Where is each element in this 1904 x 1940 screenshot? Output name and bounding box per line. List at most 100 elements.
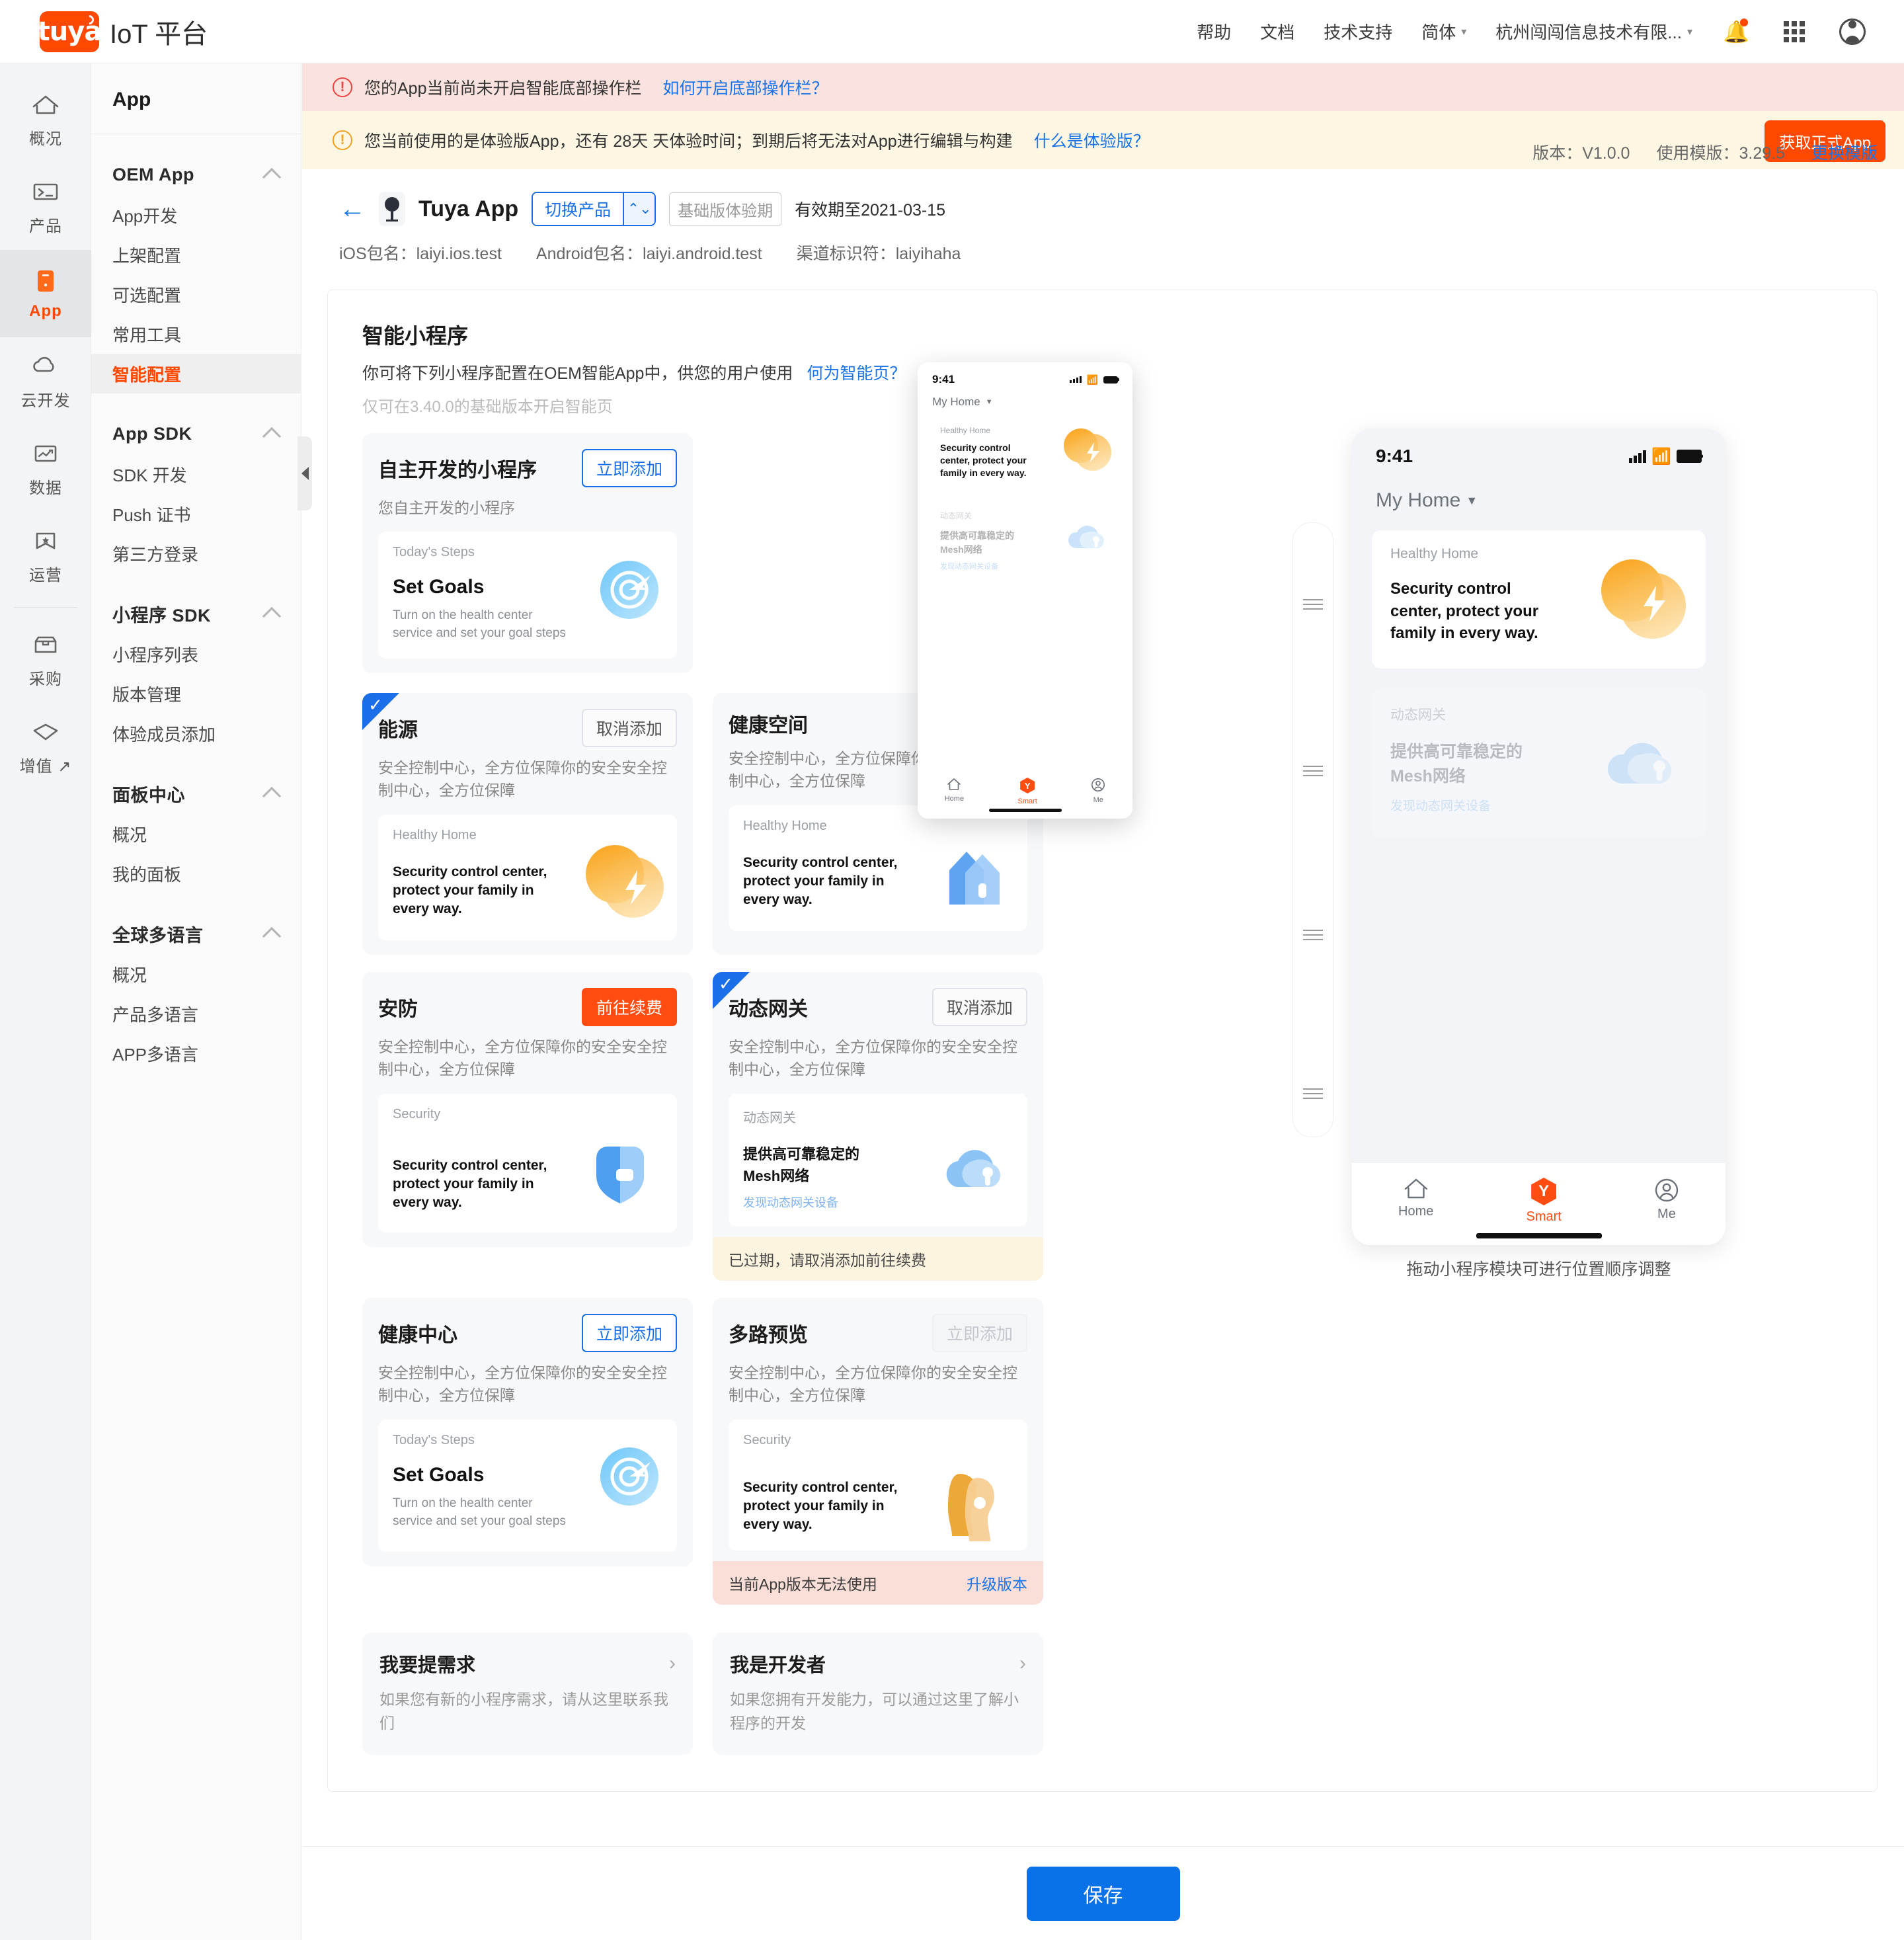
nav-group-header[interactable]: App SDK bbox=[91, 413, 301, 454]
sidebar-item-third-party-login[interactable]: 第三方登录 bbox=[91, 534, 301, 573]
alert-link-how-to-enable[interactable]: 如何开启底部操作栏？ bbox=[662, 75, 828, 99]
link-card-request-feature[interactable]: 我要提需求 › 如果您有新的小程序需求，请从这里联系我们 bbox=[362, 1633, 693, 1756]
stand-glyph bbox=[391, 211, 393, 220]
sidebar-item-overview[interactable]: 概况 bbox=[0, 75, 91, 163]
sidebar-item-common-tools[interactable]: 常用工具 bbox=[91, 314, 301, 354]
phone-card-body: Security control center, protect your fa… bbox=[1390, 580, 1539, 643]
preview-kicker: Healthy Home bbox=[393, 827, 477, 842]
drag-handle[interactable] bbox=[1303, 1085, 1323, 1102]
tuya-hex-icon: Y bbox=[1020, 778, 1035, 793]
preview-kicker: Today's Steps bbox=[393, 1432, 475, 1447]
sidebar-item-products[interactable]: 产品 bbox=[0, 163, 91, 250]
sidebar-item-trial-members[interactable]: 体验成员添加 bbox=[91, 713, 301, 753]
nav-group-header[interactable]: OEM App bbox=[91, 154, 301, 195]
sidebar-item-lang-overview[interactable]: 概况 bbox=[91, 954, 301, 994]
card-footer-unsupported-note: 当前App版本无法使用 升级版本 bbox=[713, 1560, 1043, 1605]
phone-home-selector[interactable]: My Home ▼ bbox=[918, 386, 1132, 409]
switch-product-button[interactable]: 切换产品 ⌃⌄ bbox=[532, 192, 656, 226]
sidebar-item-push-cert[interactable]: Push 证书 bbox=[91, 494, 301, 534]
sidebar-collapse-handle[interactable] bbox=[298, 436, 312, 510]
topnav-language[interactable]: 简体 ▾ bbox=[1421, 19, 1466, 44]
template-text: 使用模版：3.29.5 bbox=[1656, 144, 1785, 163]
user-avatar-icon[interactable] bbox=[1838, 17, 1867, 46]
sidebar-item-app-lang[interactable]: APP多语言 bbox=[91, 1033, 301, 1073]
cancel-add-button[interactable]: 取消添加 bbox=[932, 987, 1027, 1026]
phone-nav-home[interactable]: Home bbox=[945, 778, 964, 803]
phone-card-gateway[interactable]: 动态网关 提供高可靠稳定的 Mesh网络 发现动态网关设备 bbox=[1372, 688, 1706, 838]
sidebar-item-value-added[interactable]: 增值 ↗ bbox=[0, 703, 91, 790]
nav-group-title: 全球多语言 bbox=[112, 925, 204, 946]
sidebar-item-procurement[interactable]: 采购 bbox=[0, 616, 91, 703]
renew-button[interactable]: 前往续费 bbox=[581, 987, 677, 1026]
nav-group-app-sdk: App SDK SDK 开发 Push 证书 第三方登录 bbox=[91, 413, 301, 573]
nav-group-header[interactable]: 小程序 SDK bbox=[91, 593, 301, 634]
notification-bell-icon[interactable]: 🔔 bbox=[1722, 17, 1751, 46]
add-now-button[interactable]: 立即添加 bbox=[581, 449, 677, 487]
link-card-developer[interactable]: 我是开发者 › 如果您拥有开发能力，可以通过这里了解小程序的开发 bbox=[713, 1633, 1043, 1756]
phone-nav-me[interactable]: Me bbox=[1654, 1178, 1679, 1222]
avatar-glyph bbox=[1839, 18, 1866, 45]
topnav-help[interactable]: 帮助 bbox=[1197, 19, 1231, 44]
link-card-title: 我要提需求 bbox=[379, 1655, 476, 1676]
topnav-docs[interactable]: 文档 bbox=[1260, 19, 1294, 44]
drag-handle[interactable] bbox=[1303, 926, 1323, 944]
link-card-description: 如果您拥有开发能力，可以通过这里了解小程序的开发 bbox=[730, 1691, 1019, 1732]
sidebar-item-app-dev[interactable]: App开发 bbox=[91, 195, 301, 235]
sidebar-item-data[interactable]: 数据 bbox=[0, 424, 91, 512]
phone-nav-smart[interactable]: Y Smart bbox=[1018, 778, 1037, 805]
sidebar-item-operations[interactable]: 运营 bbox=[0, 512, 91, 599]
nav-group-header[interactable]: 全球多语言 bbox=[91, 913, 301, 954]
sidebar-item-listing-config[interactable]: 上架配置 bbox=[91, 235, 301, 274]
change-template-link[interactable]: 更换模版 bbox=[1811, 140, 1878, 164]
topnav-support-label: 技术支持 bbox=[1324, 22, 1393, 42]
footer-note-text: 当前App版本无法使用 bbox=[729, 1575, 877, 1593]
card-title: 自主开发的小程序 bbox=[378, 460, 537, 481]
sidebar-item-version-mgmt[interactable]: 版本管理 bbox=[91, 674, 301, 713]
topnav-company[interactable]: 杭州闯闯信息技术有限... ▾ bbox=[1495, 19, 1692, 44]
phone-preview-floating[interactable]: 9:41 📶 My Home ▼ Healthy Home Security c… bbox=[918, 362, 1132, 819]
phone-card-energy[interactable]: Healthy Home Security control center, pr… bbox=[930, 417, 1121, 491]
phone-nav-label: Smart bbox=[1017, 797, 1037, 805]
phone-card-energy[interactable]: Healthy Home Security control center, pr… bbox=[1372, 530, 1706, 668]
brand-logo[interactable]: tuya IoT 平台 bbox=[38, 11, 208, 52]
save-button[interactable]: 保存 bbox=[1026, 1866, 1180, 1921]
sidebar-item-product-lang[interactable]: 产品多语言 bbox=[91, 994, 301, 1033]
cloud-pin-icon bbox=[1065, 518, 1113, 559]
sidebar-item-panel-overview[interactable]: 概况 bbox=[91, 814, 301, 854]
card-miniapp-dynamic-gateway: ✓ 动态网关 取消添加 安全控制中心，全方位保障你的安全安全控制中心，全方位保障… bbox=[713, 971, 1043, 1281]
back-arrow-icon[interactable]: ← bbox=[339, 196, 366, 222]
app-info-row-primary: ← Tuya App 切换产品 ⌃⌄ 基础版体验期 有效期至2021-03-15 bbox=[339, 192, 1904, 226]
sidebar-item-miniapp-list[interactable]: 小程序列表 bbox=[91, 634, 301, 674]
chevron-down-icon: ▼ bbox=[985, 398, 993, 406]
card-description: 安全控制中心，全方位保障你的安全安全控制中心，全方位保障 bbox=[378, 758, 667, 799]
sidebar-item-my-panels[interactable]: 我的面板 bbox=[91, 854, 301, 893]
sidebar-item-app[interactable]: App bbox=[0, 250, 91, 337]
sidebar-item-sdk-dev[interactable]: SDK 开发 bbox=[91, 454, 301, 494]
alert-link-what-is-trial[interactable]: 什么是体验版？ bbox=[1034, 128, 1150, 152]
phone-nav-smart[interactable]: Y Smart bbox=[1527, 1178, 1562, 1225]
sidebar-item-smart-config[interactable]: 智能配置 bbox=[91, 354, 301, 393]
add-now-button[interactable]: 立即添加 bbox=[581, 1313, 677, 1352]
what-is-smart-page-link[interactable]: 何为智能页？ bbox=[807, 364, 906, 383]
upgrade-version-link[interactable]: 升级版本 bbox=[967, 1572, 1027, 1594]
phone-nav-home[interactable]: Home bbox=[1398, 1178, 1433, 1219]
base-glyph bbox=[386, 219, 398, 222]
sidebar-item-optional-config[interactable]: 可选配置 bbox=[91, 274, 301, 314]
app-grid-icon[interactable] bbox=[1780, 17, 1809, 46]
nav-group-header[interactable]: 面板中心 bbox=[91, 773, 301, 814]
topnav-support[interactable]: 技术支持 bbox=[1324, 19, 1392, 44]
sidebar-item-cloud[interactable]: 云开发 bbox=[0, 337, 91, 424]
card-self-developed: 自主开发的小程序 立即添加 您自主开发的小程序 Today's Steps Se… bbox=[362, 433, 693, 673]
version-text: 版本：V1.0.0 bbox=[1532, 144, 1630, 163]
card-preview-tile: Today's Steps Set Goals Turn on the heal… bbox=[378, 1419, 677, 1552]
phone-card-gateway[interactable]: 动态网关 提供高可靠稳定的 Mesh网络 发现动态网关设备 bbox=[930, 500, 1121, 585]
drag-handle[interactable] bbox=[1303, 596, 1323, 613]
drag-handle[interactable] bbox=[1303, 762, 1323, 780]
phone-nav-me[interactable]: Me bbox=[1091, 778, 1105, 804]
subnav-title: App bbox=[91, 63, 301, 134]
card-preview-tile: Today's Steps Set Goals Turn on the heal… bbox=[378, 531, 677, 659]
phone-home-selector[interactable]: My Home ▼ bbox=[1352, 467, 1726, 512]
chart-icon bbox=[28, 439, 63, 468]
cancel-add-button[interactable]: 取消添加 bbox=[581, 708, 677, 747]
phone-card-link[interactable]: 发现动态网关设备 bbox=[940, 561, 1110, 571]
